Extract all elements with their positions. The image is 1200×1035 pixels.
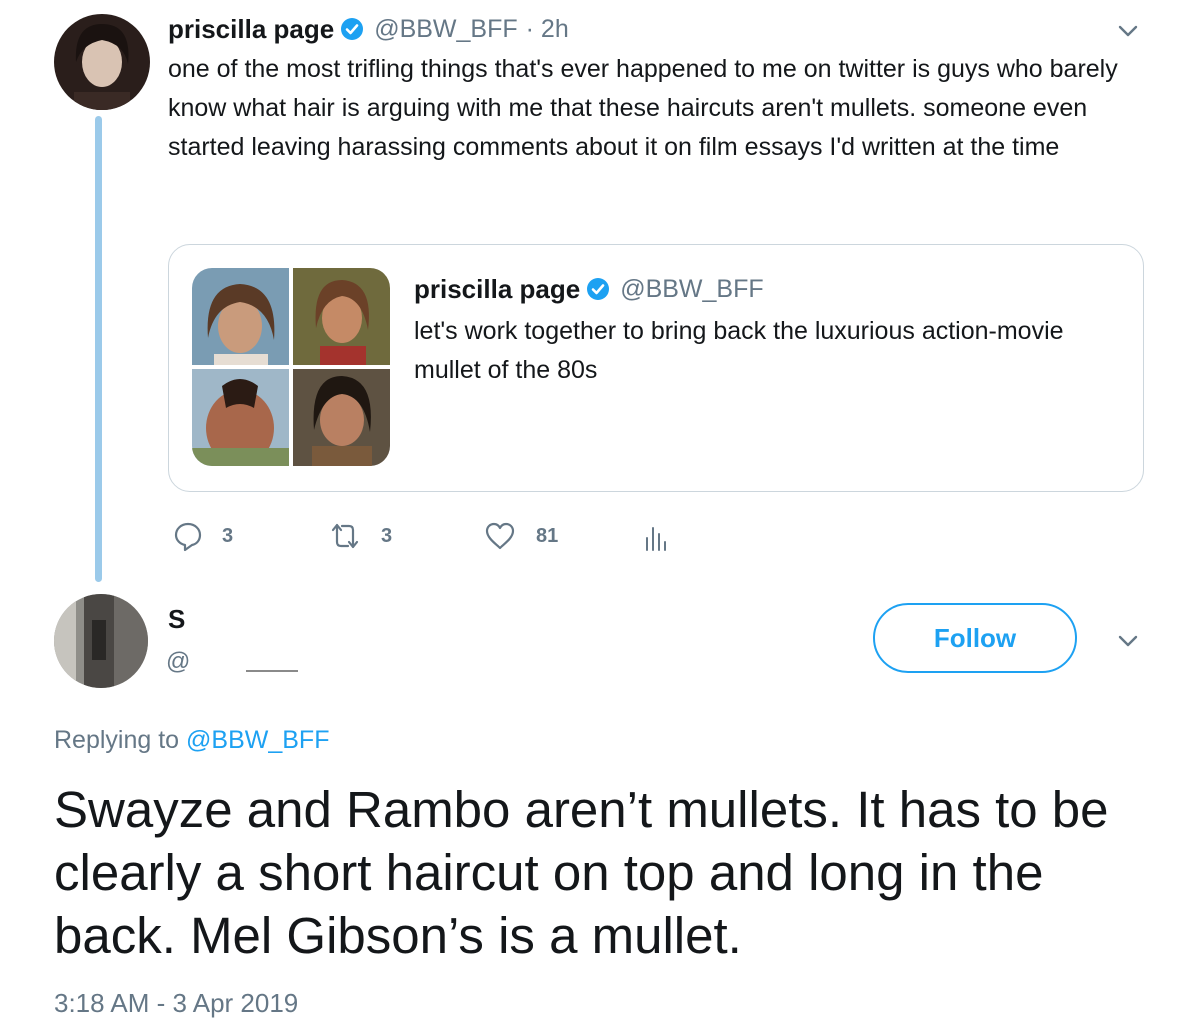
retweet-count: 3 <box>381 524 393 547</box>
reply-action[interactable]: 3 <box>172 520 233 552</box>
thread-line <box>95 116 102 582</box>
retweet-action[interactable]: 3 <box>327 520 392 552</box>
author-handle[interactable]: @BBW_BFF <box>374 15 517 44</box>
quoted-media-thumbnails <box>192 268 390 466</box>
reply-timestamp[interactable]: 3:18 AM - 3 Apr 2019 <box>54 988 298 1019</box>
reply-count: 3 <box>222 524 234 547</box>
quoted-author-name: priscilla page <box>414 273 581 304</box>
retweet-icon <box>331 523 359 549</box>
quoted-header: priscilla page @BBW_BFF <box>414 272 764 306</box>
reply-author-name[interactable]: S <box>168 604 185 635</box>
verified-badge-icon <box>586 277 610 301</box>
reply-author-handle[interactable]: @ <box>166 648 190 676</box>
like-count: 81 <box>536 524 559 547</box>
verified-badge-icon <box>340 17 364 41</box>
reply-icon <box>174 522 202 552</box>
analytics-icon[interactable] <box>644 520 666 552</box>
tweet-time[interactable]: · 2h <box>526 15 569 44</box>
replying-to-prefix: Replying to <box>54 726 180 754</box>
author-avatar-image <box>54 14 150 110</box>
author-name[interactable]: priscilla page <box>168 14 334 45</box>
quoted-media-grid[interactable] <box>192 268 390 466</box>
chevron-down-icon[interactable] <box>1115 628 1141 654</box>
author-avatar[interactable] <box>54 14 150 110</box>
follow-button[interactable]: Follow <box>873 603 1077 673</box>
quoted-author-handle: @BBW_BFF <box>620 274 764 303</box>
reply-avatar-image <box>54 594 148 688</box>
like-action[interactable]: 81 <box>484 520 558 552</box>
chevron-down-icon[interactable] <box>1115 18 1141 44</box>
replying-to: Replying to @BBW_BFF <box>54 726 329 755</box>
name-redaction <box>186 602 198 634</box>
reply-text: Swayze and Rambo aren’t mullets. It has … <box>54 781 1109 964</box>
reply-author-avatar[interactable] <box>54 594 148 688</box>
quoted-text: let's work together to bring back the lu… <box>414 317 1064 384</box>
tweet-header: priscilla page @BBW_BFF · 2h <box>168 12 569 46</box>
like-icon <box>485 522 515 550</box>
handle-redaction-mark <box>246 670 298 672</box>
tweet-text: one of the most trifling things that's e… <box>168 55 1118 161</box>
replying-to-handle[interactable]: @BBW_BFF <box>186 726 329 754</box>
